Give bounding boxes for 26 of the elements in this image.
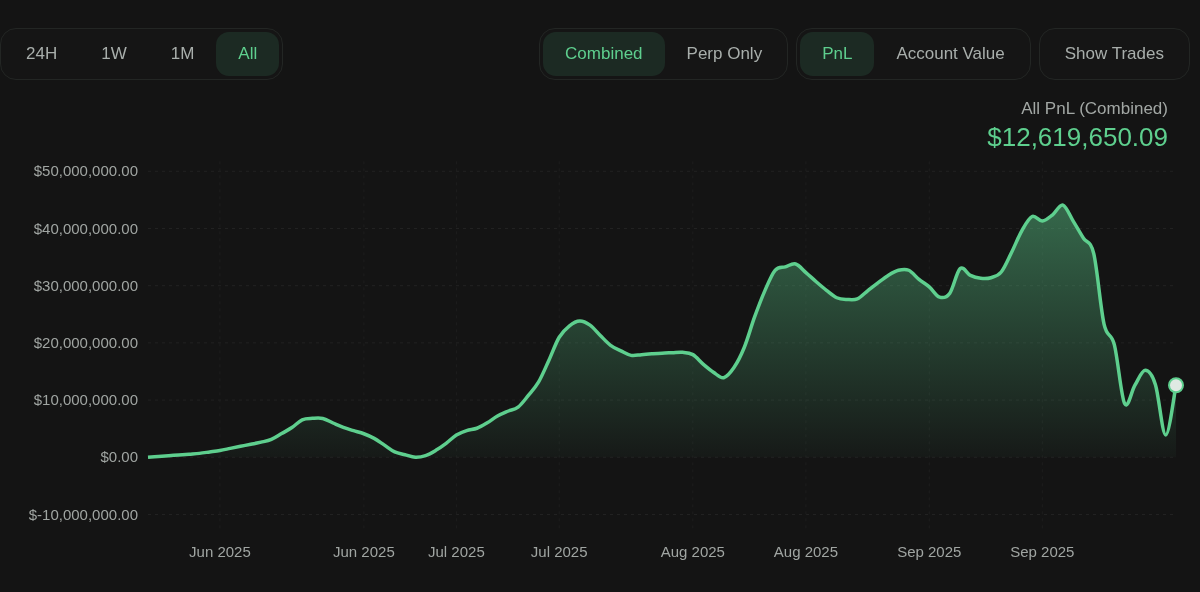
- y-axis-label: $20,000,000.00: [33, 333, 138, 351]
- tab[interactable]: 1W: [79, 32, 149, 76]
- tab[interactable]: All: [216, 32, 280, 76]
- tab[interactable]: 1M: [148, 32, 217, 76]
- tab[interactable]: Account Value: [874, 32, 1027, 76]
- y-axis-label: $40,000,000.00: [33, 219, 138, 237]
- tab[interactable]: Perp Only: [664, 32, 785, 76]
- x-axis-label: Sep 2025: [897, 543, 962, 560]
- x-axis-label: Aug 2025: [660, 543, 725, 560]
- x-axis-label: Jun 2025: [333, 543, 395, 560]
- x-axis-label: Sep 2025: [1010, 543, 1075, 560]
- y-axis-label: $10,000,000.00: [33, 390, 138, 408]
- summary-label: All PnL (Combined): [1020, 98, 1168, 120]
- tab[interactable]: 24H: [4, 32, 80, 76]
- pnl-value: $12,619,650.09: [986, 121, 1168, 153]
- tab[interactable]: PnL: [800, 32, 875, 76]
- y-axis-label: $-10,000,000.00: [28, 505, 138, 523]
- y-axis-label: $30,000,000.00: [33, 276, 138, 294]
- x-axis-label: Jun 2025: [189, 543, 251, 560]
- y-axis-label: $0.00: [100, 448, 138, 465]
- tab[interactable]: Combined: [543, 32, 665, 76]
- y-axis-label: $50,000,000.00: [33, 162, 138, 179]
- x-axis-label: Jul 2025: [428, 543, 485, 560]
- x-axis-label: Jul 2025: [530, 543, 588, 560]
- x-axis-label: Aug 2025: [773, 543, 839, 560]
- end-point-marker: [1168, 376, 1184, 393]
